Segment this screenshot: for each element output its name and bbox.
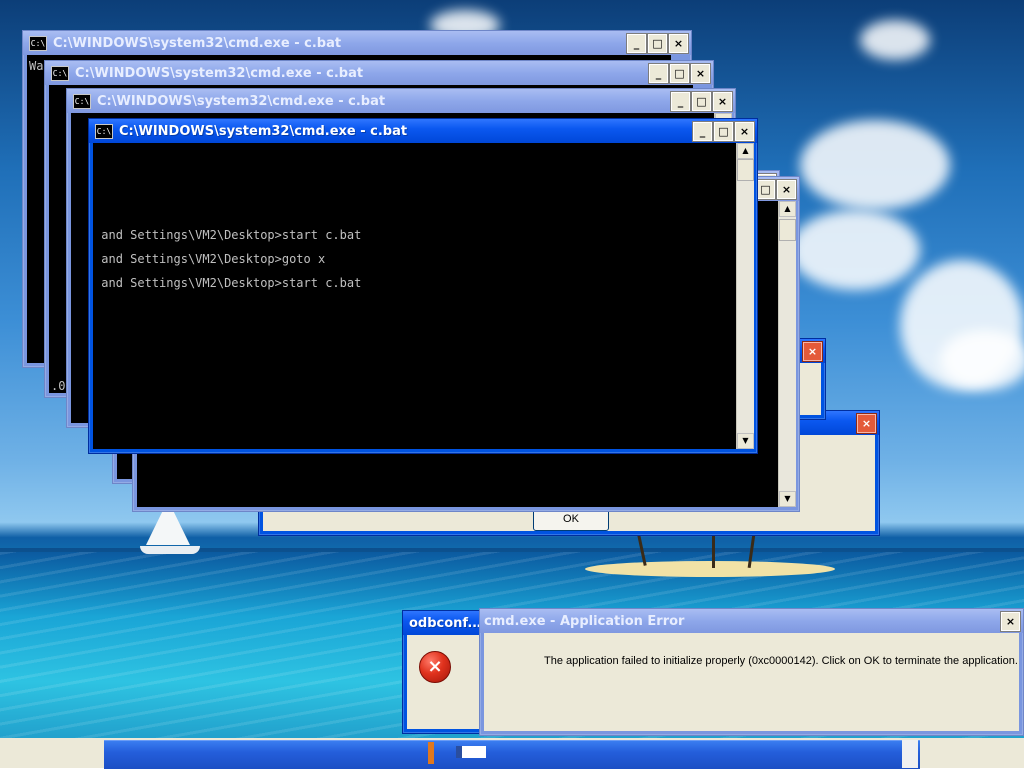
cmd-icon: C:\ [95, 123, 113, 139]
window-title: C:\WINDOWS\system32\cmd.exe - c.bat [119, 123, 408, 139]
console-output[interactable]: Documents and Settings\VM2\Desktop>start… [93, 143, 737, 449]
minimize-icon[interactable]: _ [692, 120, 713, 142]
scroll-up-icon[interactable]: ▲ [737, 143, 754, 159]
maximize-icon[interactable]: □ [691, 90, 712, 112]
scroll-thumb[interactable] [737, 159, 754, 181]
cmd-icon: C:\ [29, 35, 47, 51]
island [585, 561, 835, 577]
console-line: Documents and Settings\VM2\Desktop>start… [93, 228, 362, 242]
cmd-window-front[interactable]: C:\ C:\WINDOWS\system32\cmd.exe - c.bat _… [88, 118, 758, 454]
error-message: The application failed to initialize pro… [544, 655, 1018, 667]
close-icon[interactable]: × [856, 412, 877, 434]
maximize-icon[interactable]: □ [669, 62, 690, 84]
close-icon[interactable]: × [712, 90, 733, 112]
close-icon[interactable]: × [668, 32, 689, 54]
scrollbar[interactable]: ▲ ▼ [736, 143, 754, 449]
maximize-icon[interactable]: □ [755, 178, 776, 200]
cmd-icon: C:\ [51, 65, 69, 81]
maximize-icon[interactable]: □ [713, 120, 734, 142]
taskbar-band[interactable] [104, 740, 920, 769]
maximize-icon[interactable]: □ [647, 32, 668, 54]
close-icon[interactable]: × [734, 120, 755, 142]
cmd-icon: C:\ [73, 93, 91, 109]
scroll-down-icon[interactable]: ▼ [779, 491, 796, 507]
console-line: Documents and Settings\VM2\Desktop>goto … [93, 252, 326, 266]
minimize-icon[interactable]: _ [670, 90, 691, 112]
close-icon[interactable]: × [1000, 610, 1021, 632]
error-icon: × [419, 651, 451, 683]
taskbar-end [902, 740, 918, 768]
minimize-icon[interactable]: _ [626, 32, 647, 54]
close-icon[interactable]: × [802, 340, 823, 362]
close-icon[interactable]: × [776, 178, 797, 200]
scroll-thumb[interactable] [779, 219, 796, 241]
scrollbar[interactable]: ▲ ▼ [778, 201, 796, 507]
scroll-down-icon[interactable]: ▼ [737, 433, 754, 449]
console-line: Documents and Settings\VM2\Desktop>start… [93, 276, 362, 290]
app-error-dialog[interactable]: cmd.exe - Application Error × The applic… [479, 608, 1024, 736]
taskbar-window-thumb[interactable] [456, 746, 486, 758]
minimize-icon[interactable]: _ [648, 62, 669, 84]
app-error-titlebar[interactable]: cmd.exe - Application Error × [480, 609, 1023, 633]
taskbar-marker [428, 742, 434, 764]
scroll-up-icon[interactable]: ▲ [779, 201, 796, 217]
cmd-titlebar[interactable]: C:\ C:\WINDOWS\system32\cmd.exe - c.bat _… [89, 119, 757, 143]
close-icon[interactable]: × [690, 62, 711, 84]
